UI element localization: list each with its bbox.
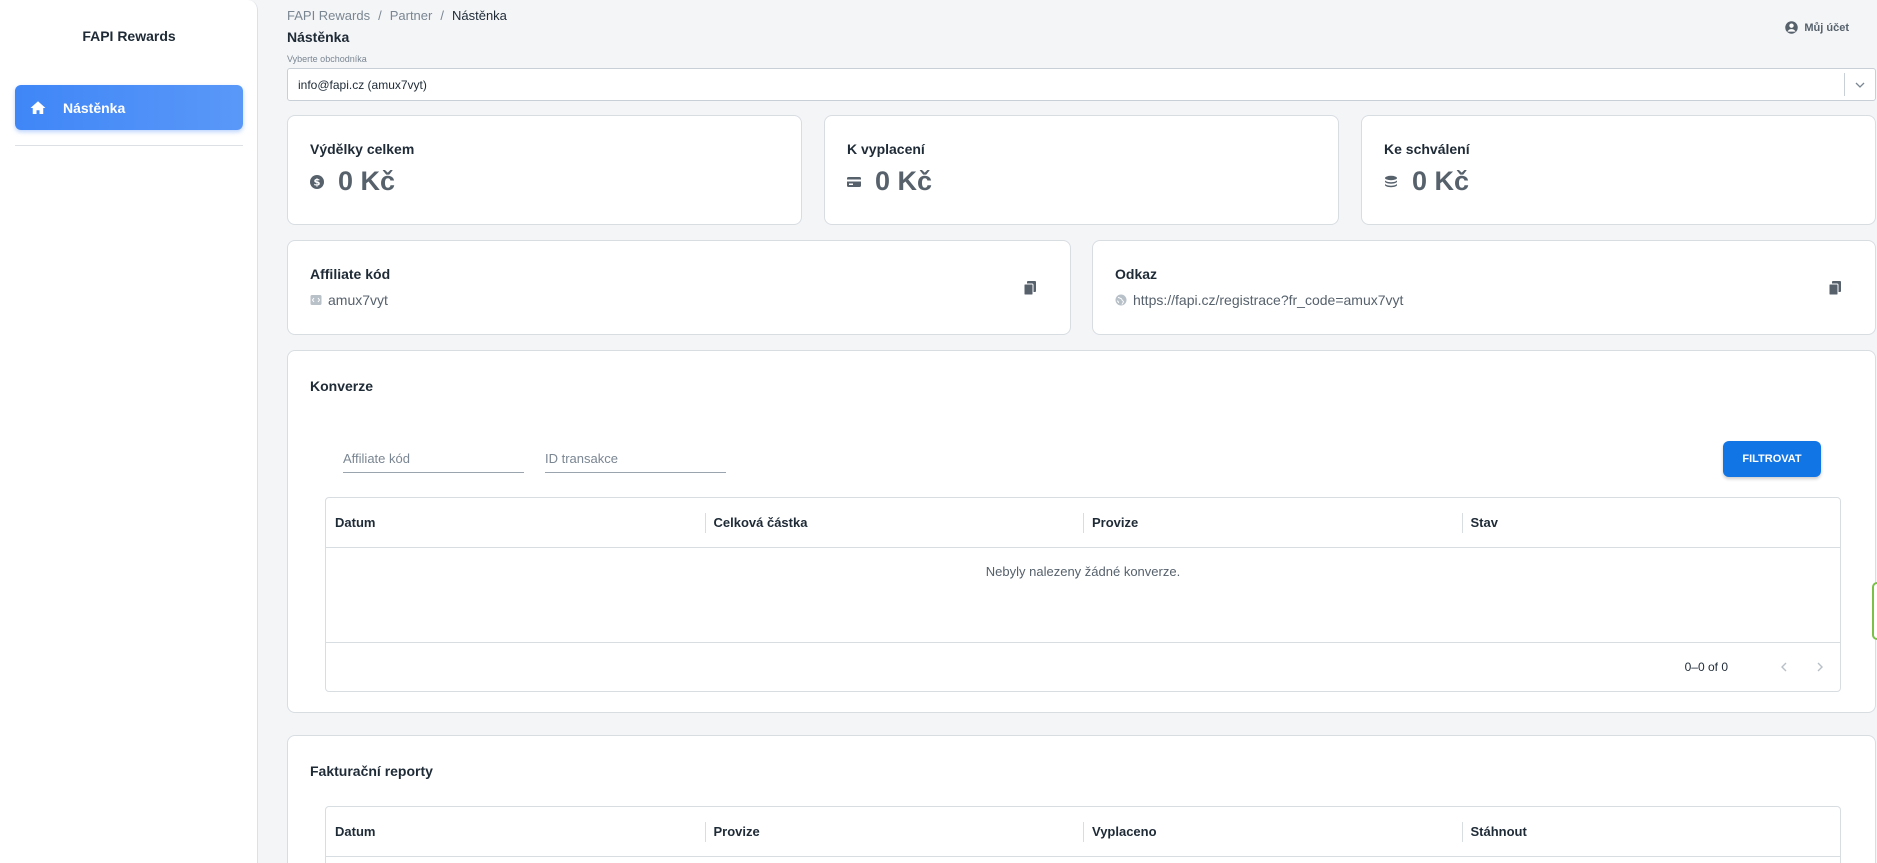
conversions-table: Datum Celková částka Provize Stav Nebyly… [325, 497, 1841, 692]
referral-link-card: Odkaz https://fapi.cz/registrace?fr_code… [1092, 240, 1876, 335]
conversions-section: Konverze Affiliate kód ID transakce FILT… [287, 350, 1876, 713]
section-title: Fakturační reporty [310, 763, 433, 779]
account-menu-button[interactable]: Můj účet [1784, 20, 1849, 35]
user-circle-icon [1785, 21, 1799, 34]
chevron-left-icon[interactable] [1778, 661, 1790, 673]
sidebar: FAPI Rewards Nástěnka [0, 0, 258, 863]
merchant-select-value: info@fapi.cz (amux7vyt) [298, 77, 427, 92]
column-header-commission[interactable]: Provize [1083, 498, 1462, 547]
table-header: Datum Celková částka Provize Stav [326, 498, 1840, 548]
column-header-commission[interactable]: Provize [704, 807, 1084, 856]
column-header-date[interactable]: Datum [326, 498, 705, 547]
brand-title: FAPI Rewards [82, 28, 176, 44]
breadcrumb-item-rewards[interactable]: FAPI Rewards [287, 8, 370, 23]
pagination-range: 0–0 of 0 [1684, 660, 1728, 674]
copy-icon[interactable] [1829, 281, 1841, 295]
transaction-id-filter-input[interactable]: ID transakce [545, 443, 726, 473]
breadcrumb-separator: / [378, 8, 382, 23]
affiliate-code-value: amux7vyt [310, 292, 388, 308]
table-header: Datum Provize Vyplaceno Stáhnout [326, 807, 1840, 857]
sidebar-item-nastenka[interactable]: Nástěnka [15, 85, 243, 130]
page-title: Nástěnka [287, 29, 350, 45]
empty-state: Nebyly nalezeny žádné konverze. [326, 548, 1840, 643]
stat-label: K vyplacení [847, 141, 925, 157]
invoice-reports-table: Datum Provize Vyplaceno Stáhnout [325, 806, 1841, 863]
svg-text:$: $ [314, 177, 321, 188]
filter-button[interactable]: FILTROVAT [1723, 441, 1821, 477]
breadcrumb-item-current: Nástěnka [451, 8, 507, 23]
column-header-status[interactable]: Stav [1461, 498, 1841, 547]
breadcrumb-item-partner[interactable]: Partner [390, 8, 433, 23]
chevron-right-icon[interactable] [1814, 661, 1826, 673]
code-tag-icon [310, 295, 322, 305]
column-header-paid[interactable]: Vyplaceno [1083, 807, 1462, 856]
column-header-total[interactable]: Celková částka [704, 498, 1084, 547]
breadcrumb-separator: / [440, 8, 444, 23]
stat-card-approval: Ke schválení 0 Kč [1361, 115, 1876, 225]
breadcrumb: FAPI Rewards / Partner / Nástěnka [287, 8, 507, 23]
affiliate-code-filter-input[interactable]: Affiliate kód [343, 443, 524, 473]
stat-value-text: 0 Kč [1412, 166, 1470, 196]
sidebar-item-label: Nástěnka [63, 99, 126, 116]
referral-link-value: https://fapi.cz/registrace?fr_code=amux7… [1115, 292, 1403, 308]
column-header-download[interactable]: Stáhnout [1461, 807, 1841, 856]
referral-link-text: https://fapi.cz/registrace?fr_code=amux7… [1133, 292, 1404, 308]
table-pagination: 0–0 of 0 [326, 643, 1840, 691]
invoice-reports-section: Fakturační reporty Datum Provize Vyplace… [287, 735, 1876, 863]
stat-label: Výdělky celkem [310, 141, 415, 157]
affiliate-code-card: Affiliate kód amux7vyt [287, 240, 1071, 335]
copy-icon[interactable] [1024, 281, 1036, 295]
merchant-select[interactable]: info@fapi.cz (amux7vyt) [287, 68, 1876, 101]
globe-icon [1115, 294, 1127, 306]
section-title: Konverze [310, 378, 374, 394]
affiliate-code-text: amux7vyt [328, 292, 388, 308]
stat-value-text: 0 Kč [875, 166, 933, 196]
column-header-date[interactable]: Datum [326, 807, 705, 856]
home-icon [30, 100, 46, 114]
chevron-down-icon[interactable] [1844, 73, 1875, 96]
stat-value: 0 Kč [1384, 166, 1469, 197]
account-label: Můj účet [1804, 21, 1849, 34]
feedback-tab[interactable] [1872, 582, 1877, 640]
dollar-coin-icon: $ [310, 174, 324, 189]
affiliate-code-label: Affiliate kód [310, 266, 391, 282]
credit-card-icon [847, 176, 861, 187]
sidebar-divider [15, 145, 243, 146]
stat-value: $ 0 Kč [310, 166, 395, 197]
stat-value: 0 Kč [847, 166, 932, 197]
stat-label: Ke schválení [1384, 141, 1470, 157]
main-content: FAPI Rewards / Partner / Nástěnka Nástěnka M… [287, 0, 1877, 863]
referral-link-label: Odkaz [1115, 266, 1158, 282]
merchant-select-label: Vyberte obchodníka [287, 54, 367, 64]
coin-stack-icon [1385, 175, 1397, 187]
stat-card-earnings: Výdělky celkem $ 0 Kč [287, 115, 802, 225]
stat-card-payout: K vyplacení 0 Kč [824, 115, 1339, 225]
stat-value-text: 0 Kč [338, 166, 396, 196]
